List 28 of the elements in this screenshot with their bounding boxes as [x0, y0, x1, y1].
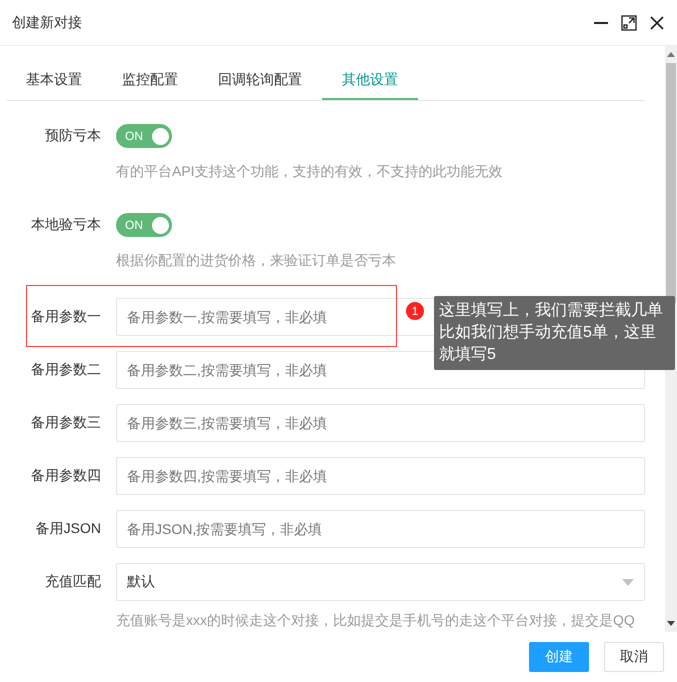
tab[interactable]: 回调轮询配置	[198, 60, 322, 100]
caret-icon	[622, 578, 634, 586]
input-field[interactable]: 备用参数四,按需要填写，非必填	[116, 457, 645, 495]
close-icon[interactable]	[649, 14, 665, 30]
tab[interactable]: 基本设置	[6, 60, 102, 100]
tooltip: 这里填写上，我们需要拦截几单比如我们想手动充值5单，这里就填写5	[434, 296, 675, 370]
tab[interactable]: 其他设置	[322, 60, 418, 100]
hint-text: 有的平台API支持这个功能，支持的有效，不支持的此功能无效	[116, 162, 504, 181]
field-label: 充值匹配	[44, 573, 102, 591]
scrollbar[interactable]	[665, 46, 677, 632]
window-title: 创建新对接	[12, 14, 82, 32]
scroll-down-icon[interactable]	[667, 621, 675, 626]
maximize-icon[interactable]	[621, 14, 637, 30]
hint-text: 充值账号是xxx的时候走这个对接，比如提交是手机号的走这个平台对接，提交是QQ	[116, 611, 636, 630]
scroll-up-icon[interactable]	[667, 52, 675, 57]
input-field[interactable]: 备用参数三,按需要填写，非必填	[116, 404, 645, 442]
field-label: 备用参数二	[30, 361, 102, 379]
field-label: 本地验亏本	[30, 216, 102, 234]
field-label: 预防亏本	[44, 127, 102, 145]
tab[interactable]: 监控配置	[102, 60, 198, 100]
input-field[interactable]: 备用JSON,按需要填写，非必填	[116, 510, 645, 548]
field-label: 备用参数一	[30, 308, 102, 326]
field-label: 备用JSON	[34, 520, 102, 538]
field-label: 备用参数四	[30, 467, 102, 485]
hint-text: 根据你配置的进货价格，来验证订单是否亏本	[116, 251, 397, 270]
cancel-button[interactable]: 取消	[604, 642, 664, 672]
field-label: 备用参数三	[30, 414, 102, 432]
select-dropdown[interactable]: 默认	[116, 563, 645, 601]
